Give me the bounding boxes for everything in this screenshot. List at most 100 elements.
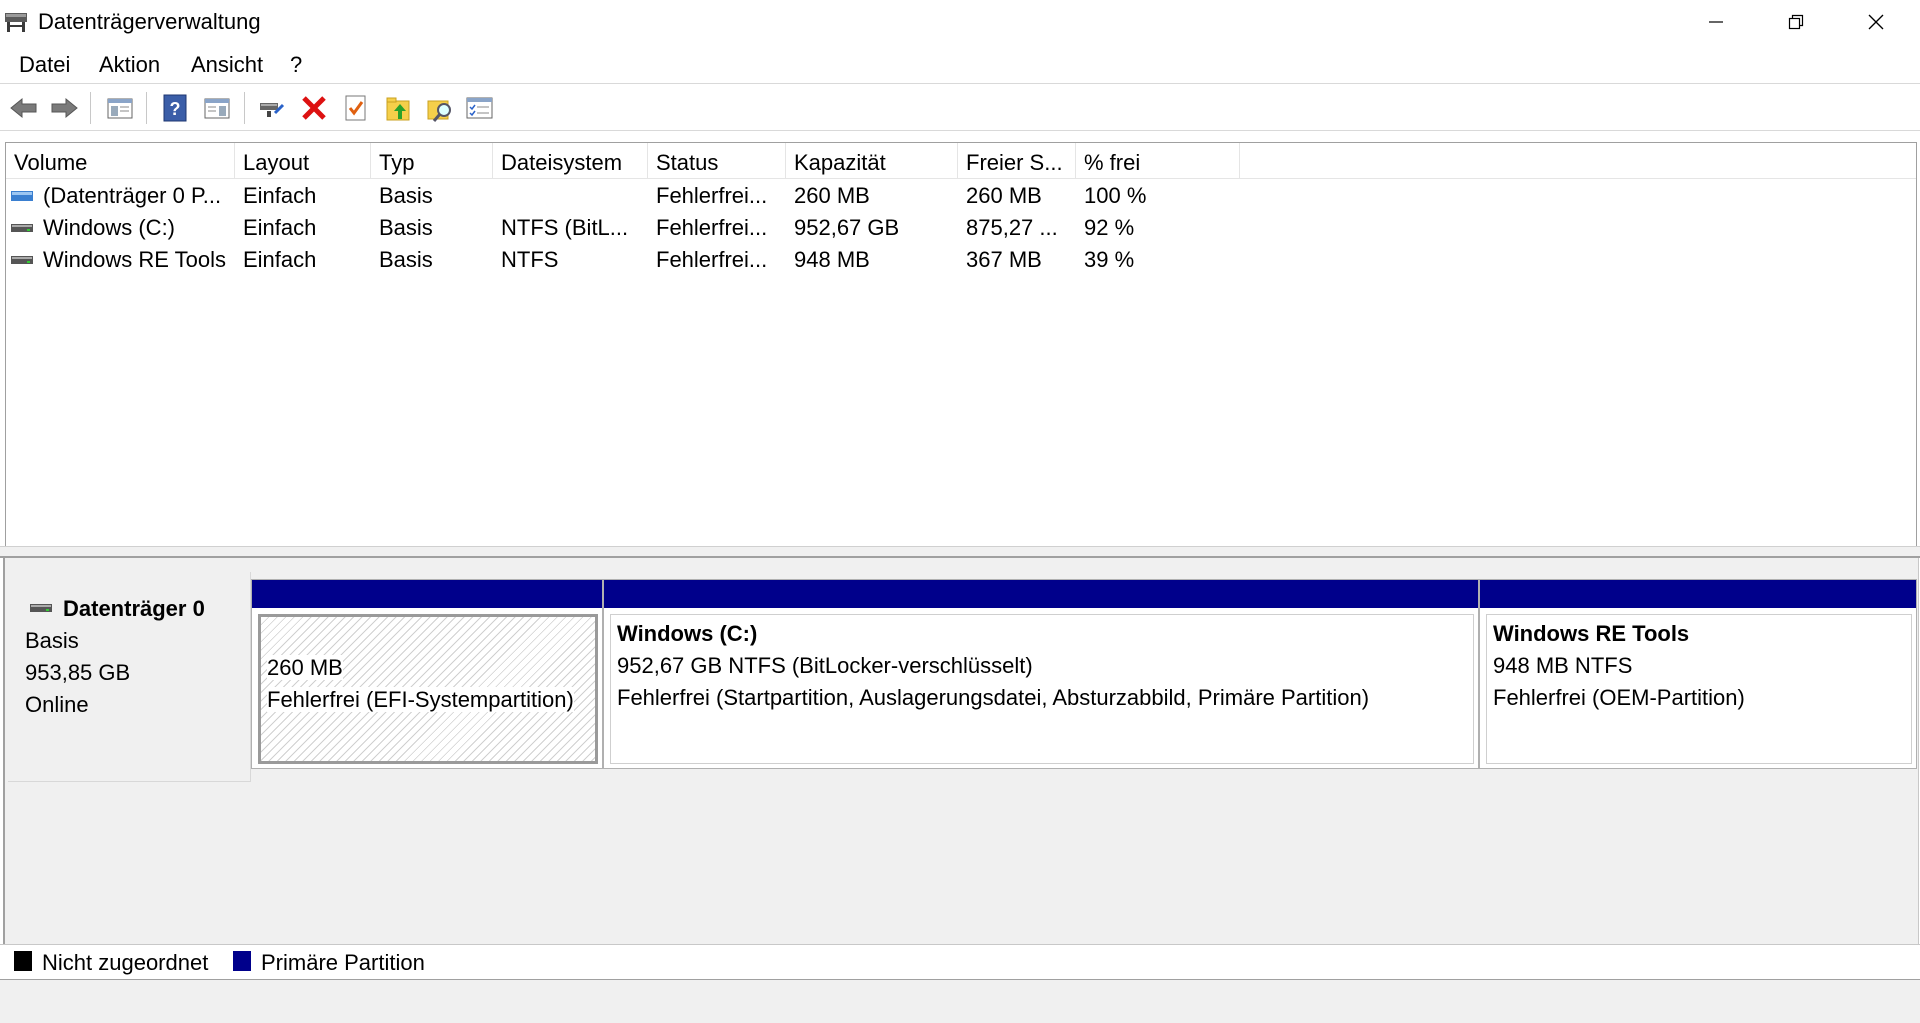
- column-header-freier-speicher[interactable]: Freier S...: [958, 143, 1076, 179]
- properties-button[interactable]: [340, 92, 372, 124]
- cell-prozent-frei: 100 %: [1084, 183, 1147, 208]
- status-bar: [0, 980, 1920, 1023]
- window-title: Datenträgerverwaltung: [38, 9, 261, 34]
- up-folder-icon: [386, 97, 410, 121]
- cell-status: Fehlerfrei...: [656, 215, 768, 240]
- partition-size: 952,67 GB NTFS (BitLocker-verschlüsselt): [617, 653, 1033, 678]
- connect-button[interactable]: [256, 92, 288, 124]
- cell-status: Fehlerfrei...: [656, 247, 768, 272]
- cell-dateisystem: [493, 180, 648, 212]
- toolbar-separator: [244, 92, 245, 124]
- cell-dateisystem: NTFS: [501, 247, 559, 272]
- drive-icon: [11, 256, 33, 264]
- up-one-level-button[interactable]: [383, 92, 415, 124]
- action-pane-icon: [204, 98, 230, 119]
- partition-size: 260 MB: [267, 655, 343, 680]
- column-header-layout[interactable]: Layout: [235, 143, 371, 179]
- toolbar-separator: [90, 92, 91, 124]
- partition-title: Windows (C:): [617, 621, 758, 646]
- title-bar: Datenträgerverwaltung: [0, 0, 1920, 44]
- pane-splitter[interactable]: [0, 546, 1920, 558]
- partition-status: Fehlerfrei (Startpartition, Auslagerungs…: [617, 685, 1370, 710]
- close-button[interactable]: [1836, 0, 1916, 44]
- menu-datei[interactable]: Datei: [19, 52, 70, 78]
- cell-kapazitaet: 952,67 GB: [794, 215, 900, 240]
- column-header-dateisystem[interactable]: Dateisystem: [493, 143, 648, 179]
- legend-swatch-unallocated: [14, 951, 32, 971]
- column-header-prozent-frei[interactable]: % frei: [1076, 143, 1240, 179]
- column-header-typ[interactable]: Typ: [371, 143, 493, 179]
- partition-title: Windows RE Tools: [1493, 621, 1690, 646]
- partition-status: Fehlerfrei (OEM-Partition): [1493, 685, 1745, 710]
- cell-typ: Basis: [379, 215, 433, 240]
- close-icon: [1868, 14, 1884, 30]
- drive-icon: [11, 224, 33, 232]
- efi-volume-icon: [11, 191, 33, 201]
- volume-list[interactable]: Volume Layout Typ Dateisystem Status Kap…: [5, 142, 1917, 546]
- cell-dateisystem: NTFS (BitL...: [501, 215, 629, 240]
- help-icon: ?: [163, 94, 187, 122]
- partition-windows-c[interactable]: Windows (C:) 952,67 GB NTFS (BitLocker-v…: [603, 579, 1479, 769]
- cell-kapazitaet: 948 MB: [794, 247, 870, 272]
- cell-volume: Windows RE Tools: [43, 247, 226, 272]
- menu-ansicht[interactable]: Ansicht: [191, 52, 263, 78]
- column-header-volume[interactable]: Volume: [6, 143, 235, 179]
- volume-row[interactable]: Windows (C:) Einfach Basis NTFS (BitL...…: [6, 212, 1916, 244]
- menu-aktion[interactable]: Aktion: [99, 52, 160, 78]
- connect-drive-icon: [260, 103, 285, 117]
- forward-icon: [51, 97, 78, 119]
- help-button[interactable]: ?: [159, 92, 191, 124]
- minimize-icon: [1709, 21, 1723, 23]
- cell-kapazitaet: 260 MB: [794, 183, 870, 208]
- back-button[interactable]: [8, 92, 40, 124]
- show-hide-console-tree-button[interactable]: [104, 92, 136, 124]
- disk-graphical-view: Datenträger 0 Basis 953,85 GB Online 260…: [3, 558, 1919, 976]
- menu-help[interactable]: ?: [290, 52, 302, 78]
- partition-efi[interactable]: 260 MB Fehlerfrei (EFI-Systempartition): [251, 579, 603, 769]
- partition-type-bar: [1480, 580, 1916, 608]
- restore-icon: [1788, 14, 1804, 30]
- show-hide-action-pane-button[interactable]: [201, 92, 233, 124]
- console-tree-icon: [107, 98, 133, 119]
- forward-button[interactable]: [48, 92, 80, 124]
- settings-button[interactable]: [463, 92, 495, 124]
- cell-volume: Windows (C:): [43, 215, 176, 240]
- cell-volume: (Datenträger 0 P...: [43, 183, 222, 208]
- cell-layout: Einfach: [243, 183, 317, 208]
- partition-body: Windows RE Tools 948 MB NTFS Fehlerfrei …: [1486, 614, 1912, 764]
- cell-typ: Basis: [379, 183, 433, 208]
- delete-button[interactable]: [298, 92, 330, 124]
- search-folder-icon: [427, 100, 451, 122]
- volume-row[interactable]: (Datenträger 0 P... Einfach Basis Fehler…: [6, 180, 1916, 212]
- column-header-status[interactable]: Status: [648, 143, 786, 179]
- minimize-button[interactable]: [1676, 0, 1756, 44]
- cell-layout: Einfach: [243, 247, 317, 272]
- settings-list-icon: [466, 97, 493, 119]
- disk-info-panel[interactable]: Datenträger 0 Basis 953,85 GB Online: [8, 572, 251, 782]
- cell-status: Fehlerfrei...: [656, 183, 768, 208]
- partition-body: Windows (C:) 952,67 GB NTFS (BitLocker-v…: [610, 614, 1474, 764]
- volume-list-header: Volume Layout Typ Dateisystem Status Kap…: [6, 143, 1916, 179]
- svg-text:?: ?: [170, 99, 181, 119]
- back-icon: [10, 97, 37, 119]
- disk-management-app-icon: [5, 13, 27, 32]
- partition-body: 260 MB Fehlerfrei (EFI-Systempartition): [258, 614, 598, 764]
- disk-icon: [30, 604, 52, 612]
- cell-typ: Basis: [379, 247, 433, 272]
- cell-freier-speicher: 260 MB: [966, 183, 1042, 208]
- column-header-kapazitaet[interactable]: Kapazität: [786, 143, 958, 179]
- toolbar-separator: [146, 92, 147, 124]
- search-button[interactable]: [424, 92, 456, 124]
- cell-freier-speicher: 367 MB: [966, 247, 1042, 272]
- partition-type-bar: [252, 580, 602, 608]
- legend-label-primary: Primäre Partition: [261, 950, 425, 975]
- restore-button[interactable]: [1756, 0, 1836, 44]
- partition-size: 948 MB NTFS: [1493, 653, 1633, 678]
- volume-row[interactable]: Windows RE Tools Einfach Basis NTFS Fehl…: [6, 244, 1916, 276]
- legend-swatch-primary: [233, 951, 251, 971]
- menu-bar: Datei Aktion Ansicht ?: [0, 44, 1920, 84]
- delete-icon: [302, 96, 326, 120]
- legend-label-unallocated: Nicht zugeordnet: [42, 950, 209, 975]
- cell-prozent-frei: 92 %: [1084, 215, 1135, 240]
- partition-windows-re-tools[interactable]: Windows RE Tools 948 MB NTFS Fehlerfrei …: [1479, 579, 1917, 769]
